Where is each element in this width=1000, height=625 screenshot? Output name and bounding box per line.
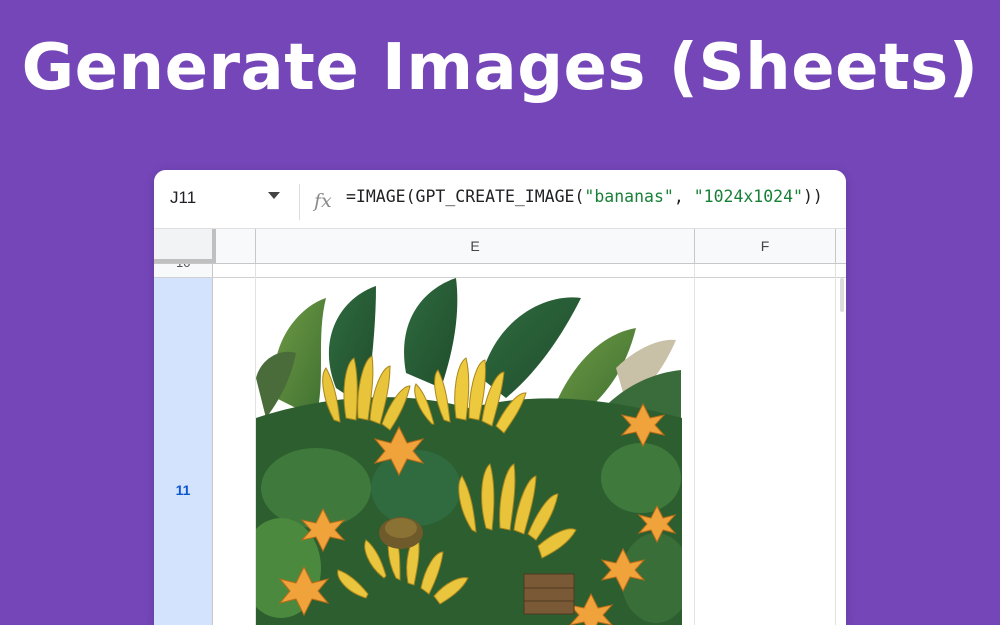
select-all-corner[interactable] xyxy=(154,229,216,263)
row-header-11-label: 11 xyxy=(175,482,191,498)
row-header-10[interactable]: 10 xyxy=(154,264,213,277)
formula-separator: , xyxy=(673,187,694,206)
spreadsheet-window: J11 fx =IMAGE(GPT_CREATE_IMAGE("bananas"… xyxy=(154,170,846,625)
formula-input[interactable]: =IMAGE(GPT_CREATE_IMAGE("bananas", "1024… xyxy=(346,187,823,206)
formula-suffix: )) xyxy=(802,187,823,206)
formula-bar-divider xyxy=(299,184,300,220)
column-header-d[interactable] xyxy=(216,229,256,263)
generated-image-cell[interactable] xyxy=(256,278,682,625)
name-box-dropdown-icon[interactable] xyxy=(268,192,280,199)
formula-arg-prompt: "bananas" xyxy=(584,187,674,206)
formula-arg-size: "1024x1024" xyxy=(693,187,803,206)
fx-icon: fx xyxy=(314,190,332,212)
formula-prefix: =IMAGE(GPT_CREATE_IMAGE( xyxy=(346,187,585,206)
column-header-e[interactable]: E xyxy=(256,229,695,263)
row-header-11[interactable]: 11 xyxy=(154,278,213,625)
name-box[interactable]: J11 xyxy=(170,188,196,208)
column-header-f[interactable]: F xyxy=(695,229,836,263)
row-10: 10 xyxy=(154,264,846,278)
column-header-row: E F xyxy=(154,229,846,264)
bananas-image xyxy=(256,278,682,625)
row-header-10-label: 10 xyxy=(176,264,190,270)
gridline xyxy=(694,264,695,625)
gridline xyxy=(835,264,836,625)
scrollbar[interactable] xyxy=(840,278,844,312)
formula-bar: J11 fx =IMAGE(GPT_CREATE_IMAGE("bananas"… xyxy=(154,170,846,229)
page-title: Generate Images (Sheets) xyxy=(21,31,979,105)
